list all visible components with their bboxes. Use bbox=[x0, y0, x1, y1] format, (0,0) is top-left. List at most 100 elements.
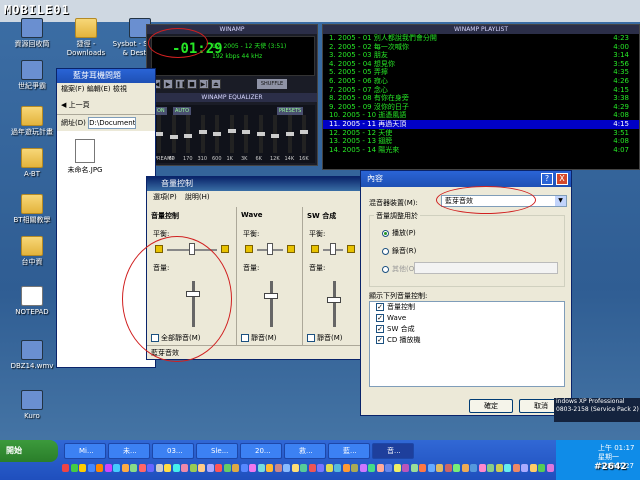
balance-slider[interactable] bbox=[311, 243, 355, 255]
taskbar-button[interactable]: 未... bbox=[108, 443, 150, 459]
eq-slider[interactable] bbox=[256, 115, 265, 153]
quick-launch-icon[interactable] bbox=[215, 464, 222, 472]
eq-slider[interactable] bbox=[227, 115, 236, 153]
desktop-icon[interactable]: Kuro bbox=[4, 390, 60, 421]
ok-button[interactable]: 確定 bbox=[469, 399, 513, 413]
quick-launch-icon[interactable] bbox=[308, 464, 316, 472]
explorer-menu[interactable]: 檔案(F) 編輯(E) 檢視 bbox=[57, 83, 155, 95]
quick-launch-icon[interactable] bbox=[249, 464, 256, 472]
volume-slider[interactable] bbox=[333, 281, 336, 327]
help-icon[interactable]: ? bbox=[541, 173, 553, 185]
desktop-icon[interactable]: 過年遊玩計畫 bbox=[4, 106, 60, 137]
taskbar-button[interactable]: 20... bbox=[240, 443, 282, 459]
volume-knob[interactable] bbox=[264, 293, 278, 299]
eq-slider-knob[interactable] bbox=[285, 132, 294, 136]
eq-slider-knob[interactable] bbox=[227, 128, 236, 133]
quick-launch-icon[interactable] bbox=[529, 464, 537, 472]
quick-launch-icon[interactable] bbox=[393, 464, 401, 472]
quick-launch-icon[interactable] bbox=[461, 464, 469, 472]
taskbar-button[interactable]: 音... bbox=[372, 443, 414, 459]
playlist-item[interactable]: 1. 2005 - 01 別人都說我們會分開 4:23 bbox=[323, 34, 639, 43]
quick-launch-icon[interactable] bbox=[317, 464, 324, 472]
eq-slider-knob[interactable] bbox=[271, 133, 279, 138]
desktop-icon[interactable]: 世紀爭霸 bbox=[4, 60, 60, 91]
control-checkbox[interactable]: ✓ SW 合成 bbox=[370, 324, 564, 335]
playlist-item[interactable]: 5. 2005 - 05 弄擰 4:35 bbox=[323, 68, 639, 77]
playlist-item[interactable]: 11. 2005 - 11 再過天頂 4:15 bbox=[323, 119, 639, 129]
quick-launch-icon[interactable] bbox=[546, 464, 554, 472]
winamp-playlist[interactable]: WINAMP PLAYLIST 1. 2005 - 01 別人都說我們會分開 4:… bbox=[322, 24, 640, 170]
quick-launch-icon[interactable] bbox=[410, 464, 418, 472]
playlist-item[interactable]: 10. 2005 - 10 逝憑風語 4:08 bbox=[323, 111, 639, 120]
quick-launch-icon[interactable] bbox=[206, 464, 214, 472]
other-device-select[interactable] bbox=[414, 262, 558, 274]
quick-launch-icon[interactable] bbox=[172, 464, 180, 472]
quick-launch-icon[interactable] bbox=[232, 464, 239, 472]
back-arrow-icon[interactable]: ◀ bbox=[61, 101, 66, 109]
quick-launch-icon[interactable] bbox=[257, 464, 265, 472]
close-icon[interactable]: X bbox=[556, 173, 568, 185]
playlist-item[interactable]: 3. 2005 - 03 朋友 3:14 bbox=[323, 51, 639, 60]
quick-launch-icon[interactable] bbox=[198, 464, 205, 472]
quick-launch-icon[interactable] bbox=[62, 464, 69, 472]
back-button[interactable]: 上一頁 bbox=[69, 101, 90, 109]
quick-launch-icon[interactable] bbox=[121, 464, 129, 472]
quick-launch-icon[interactable] bbox=[189, 464, 197, 472]
quick-launch-icon[interactable] bbox=[104, 464, 112, 472]
menu-options[interactable]: 選項(P) bbox=[153, 193, 177, 201]
address-input[interactable]: D:\Documents a bbox=[88, 117, 137, 129]
quick-launch-icon[interactable] bbox=[342, 464, 350, 472]
quick-launch-icon[interactable] bbox=[504, 464, 511, 472]
radio-playback[interactable]: 播放(P) bbox=[382, 228, 416, 238]
eq-slider-knob[interactable] bbox=[169, 135, 178, 140]
playlist-item[interactable]: 2. 2005 - 02 每一次喊你 4:00 bbox=[323, 43, 639, 52]
desktop-icon[interactable]: BT相關教學 bbox=[4, 194, 60, 225]
quick-launch-icon[interactable] bbox=[351, 464, 358, 472]
balance-knob[interactable] bbox=[330, 243, 336, 255]
menu-help[interactable]: 說明(H) bbox=[185, 193, 210, 201]
desktop-icon[interactable]: 資源回收筒 bbox=[4, 18, 60, 49]
quick-launch-icon[interactable] bbox=[130, 464, 137, 472]
stop-button[interactable]: ■ bbox=[187, 79, 197, 89]
playlist-item[interactable]: 12. 2005 - 12 天使 3:51 bbox=[323, 129, 639, 138]
quick-launch-icon[interactable] bbox=[402, 464, 409, 472]
quick-launch-icon[interactable] bbox=[325, 464, 333, 472]
quick-launch-icon[interactable] bbox=[87, 464, 95, 472]
balance-knob[interactable] bbox=[267, 243, 273, 255]
eq-slider-knob[interactable] bbox=[242, 130, 250, 135]
eq-slider-knob[interactable] bbox=[213, 132, 221, 136]
quick-launch-icon[interactable] bbox=[436, 464, 443, 472]
quick-launch-icon[interactable] bbox=[427, 464, 435, 472]
mute-checkbox[interactable]: 靜音(M) bbox=[241, 333, 277, 343]
eq-on-button[interactable]: ON bbox=[155, 107, 167, 115]
control-checkbox[interactable]: ✓ CD 播放機 bbox=[370, 335, 564, 346]
quick-launch-icon[interactable] bbox=[470, 464, 477, 472]
eq-slider-knob[interactable] bbox=[256, 132, 265, 136]
taskbar-button[interactable]: 03... bbox=[152, 443, 194, 459]
quick-launch-icon[interactable] bbox=[274, 464, 282, 472]
quick-launch-icon[interactable] bbox=[113, 464, 120, 472]
eq-slider-knob[interactable] bbox=[198, 130, 207, 135]
playlist-item[interactable]: 6. 2005 - 06 寂心 4:26 bbox=[323, 77, 639, 86]
eq-slider[interactable] bbox=[184, 115, 192, 153]
quick-launch-icon[interactable] bbox=[223, 464, 231, 472]
quick-launch-icon[interactable] bbox=[512, 464, 520, 472]
eq-slider-knob[interactable] bbox=[155, 132, 163, 136]
eq-slider-knob[interactable] bbox=[184, 133, 192, 138]
mute-checkbox[interactable]: 靜音(M) bbox=[307, 333, 343, 343]
desktop-icon[interactable]: 捷徑 - Downloads bbox=[58, 18, 114, 58]
playlist-item[interactable]: 7. 2005 - 07 念心 4:15 bbox=[323, 86, 639, 95]
desktop-icon[interactable]: A-BT bbox=[4, 148, 60, 179]
eq-slider[interactable] bbox=[285, 115, 294, 153]
playlist-item[interactable]: 8. 2005 - 08 有你在身旁 3:38 bbox=[323, 94, 639, 103]
pause-button[interactable]: ❚❚ bbox=[175, 79, 186, 89]
quick-launch-icon[interactable] bbox=[96, 464, 103, 472]
quick-launch-icon[interactable] bbox=[521, 464, 528, 472]
quick-launch-icon[interactable] bbox=[385, 464, 392, 472]
shuffle-button[interactable]: SHUFFLE bbox=[257, 79, 287, 89]
quick-launch-icon[interactable] bbox=[79, 464, 86, 472]
eq-slider[interactable] bbox=[213, 115, 221, 153]
eq-slider[interactable] bbox=[242, 115, 250, 153]
quick-launch-icon[interactable] bbox=[164, 464, 171, 472]
quick-launch-icon[interactable] bbox=[70, 464, 78, 472]
